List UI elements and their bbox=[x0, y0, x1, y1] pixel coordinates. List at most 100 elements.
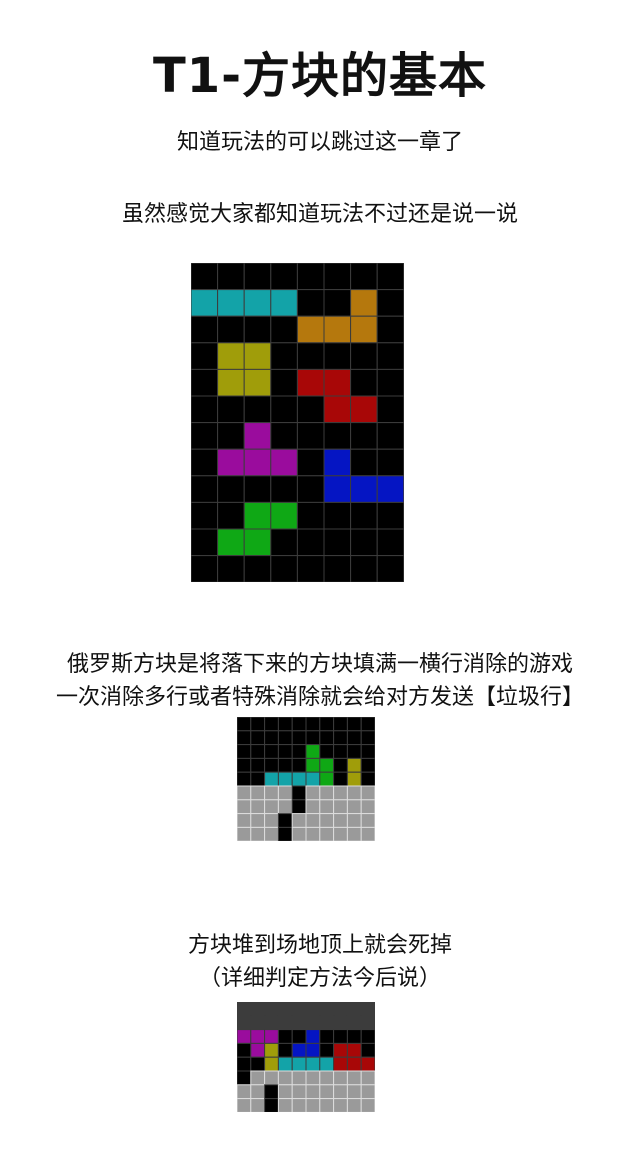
empty-cell bbox=[277, 717, 293, 732]
z-piece-cell bbox=[333, 1056, 348, 1072]
garbage-cell bbox=[305, 1098, 321, 1112]
empty-cell bbox=[350, 342, 378, 370]
empty-cell bbox=[291, 730, 307, 746]
empty-cell bbox=[250, 730, 266, 746]
i-piece-cell bbox=[277, 771, 293, 787]
empty-cell bbox=[323, 555, 352, 582]
empty-cell bbox=[296, 395, 325, 424]
j-piece-cell bbox=[305, 1042, 321, 1058]
z-piece-cell bbox=[350, 395, 378, 424]
empty-cell bbox=[346, 744, 362, 759]
garbage-cell bbox=[277, 1084, 293, 1100]
empty-cell bbox=[217, 422, 245, 450]
empty-cell bbox=[323, 263, 352, 291]
empty-cell bbox=[360, 757, 375, 773]
danger-zone-cell bbox=[250, 1002, 266, 1017]
garbage-cell bbox=[319, 1098, 335, 1112]
danger-zone-cell bbox=[360, 1002, 375, 1017]
empty-cell bbox=[217, 475, 245, 503]
empty-cell bbox=[333, 771, 348, 787]
board-grid bbox=[237, 1002, 375, 1112]
danger-zone-cell bbox=[277, 1015, 293, 1031]
empty-cell bbox=[264, 744, 279, 759]
garbage-cell bbox=[277, 1070, 293, 1086]
garbage-cell bbox=[237, 1098, 252, 1112]
t-piece-cell bbox=[270, 448, 298, 477]
garbage-cell bbox=[346, 1084, 362, 1100]
i-piece-cell bbox=[291, 1056, 307, 1072]
garbage-cell bbox=[237, 785, 252, 801]
empty-cell bbox=[191, 501, 219, 530]
tetromino-pieces-board bbox=[191, 263, 404, 582]
empty-cell bbox=[333, 757, 348, 773]
empty-cell bbox=[250, 1056, 266, 1072]
empty-cell bbox=[376, 555, 404, 582]
j-piece-cell bbox=[376, 475, 404, 503]
empty-cell bbox=[191, 422, 219, 450]
empty-cell bbox=[350, 448, 378, 477]
empty-cell bbox=[333, 1029, 348, 1044]
garbage-cell bbox=[291, 1084, 307, 1100]
empty-cell bbox=[270, 342, 298, 370]
garbage-cell bbox=[264, 1070, 279, 1086]
empty-cell bbox=[237, 1056, 252, 1072]
empty-cell bbox=[291, 744, 307, 759]
garbage-cell bbox=[291, 813, 307, 828]
l-piece-cell bbox=[323, 315, 352, 344]
empty-cell bbox=[296, 263, 325, 291]
garbage-cell bbox=[333, 1070, 348, 1086]
empty-cell bbox=[305, 717, 321, 732]
empty-cell bbox=[376, 448, 404, 477]
empty-cell bbox=[243, 315, 272, 344]
empty-cell bbox=[350, 555, 378, 582]
garbage-cell bbox=[346, 1098, 362, 1112]
garbage-cell bbox=[305, 1070, 321, 1086]
garbage-cell bbox=[360, 1098, 375, 1112]
garbage-cell bbox=[319, 826, 335, 841]
garbage-cell bbox=[250, 1098, 266, 1112]
empty-cell bbox=[217, 263, 245, 291]
empty-cell bbox=[350, 263, 378, 291]
s-piece-cell bbox=[243, 528, 272, 557]
empty-cell bbox=[291, 1029, 307, 1044]
empty-cell bbox=[270, 475, 298, 503]
empty-cell bbox=[191, 395, 219, 424]
garbage-cell bbox=[305, 799, 321, 815]
garbage-cell bbox=[305, 1084, 321, 1100]
empty-cell bbox=[237, 744, 252, 759]
empty-cell bbox=[376, 528, 404, 557]
empty-cell bbox=[291, 799, 307, 815]
empty-cell bbox=[296, 289, 325, 317]
t-piece-cell bbox=[243, 422, 272, 450]
empty-cell bbox=[350, 368, 378, 397]
empty-cell bbox=[323, 342, 352, 370]
empty-cell bbox=[191, 368, 219, 397]
t-piece-cell bbox=[237, 1029, 252, 1044]
empty-cell bbox=[319, 744, 335, 759]
empty-cell bbox=[250, 757, 266, 773]
danger-zone-cell bbox=[237, 1002, 252, 1017]
z-piece-cell bbox=[323, 395, 352, 424]
empty-cell bbox=[360, 730, 375, 746]
j-piece-cell bbox=[291, 1042, 307, 1058]
garbage-cell bbox=[237, 813, 252, 828]
garbage-cell bbox=[333, 1098, 348, 1112]
garbage-cell bbox=[319, 799, 335, 815]
garbage-cell bbox=[333, 785, 348, 801]
empty-cell bbox=[237, 1042, 252, 1058]
empty-cell bbox=[277, 813, 293, 828]
garbage-cell bbox=[333, 1084, 348, 1100]
danger-zone-cell bbox=[319, 1002, 335, 1017]
empty-cell bbox=[346, 717, 362, 732]
empty-cell bbox=[191, 342, 219, 370]
empty-cell bbox=[217, 501, 245, 530]
garbage-cell bbox=[277, 799, 293, 815]
t-piece-cell bbox=[250, 1042, 266, 1058]
preface-text: 虽然感觉大家都知道玩法不过还是说一说 bbox=[121, 202, 518, 227]
empty-cell bbox=[333, 730, 348, 746]
empty-cell bbox=[250, 744, 266, 759]
empty-cell bbox=[296, 448, 325, 477]
garbage-cell bbox=[250, 799, 266, 815]
garbage-cell bbox=[360, 1070, 375, 1086]
z-piece-cell bbox=[346, 1042, 362, 1058]
